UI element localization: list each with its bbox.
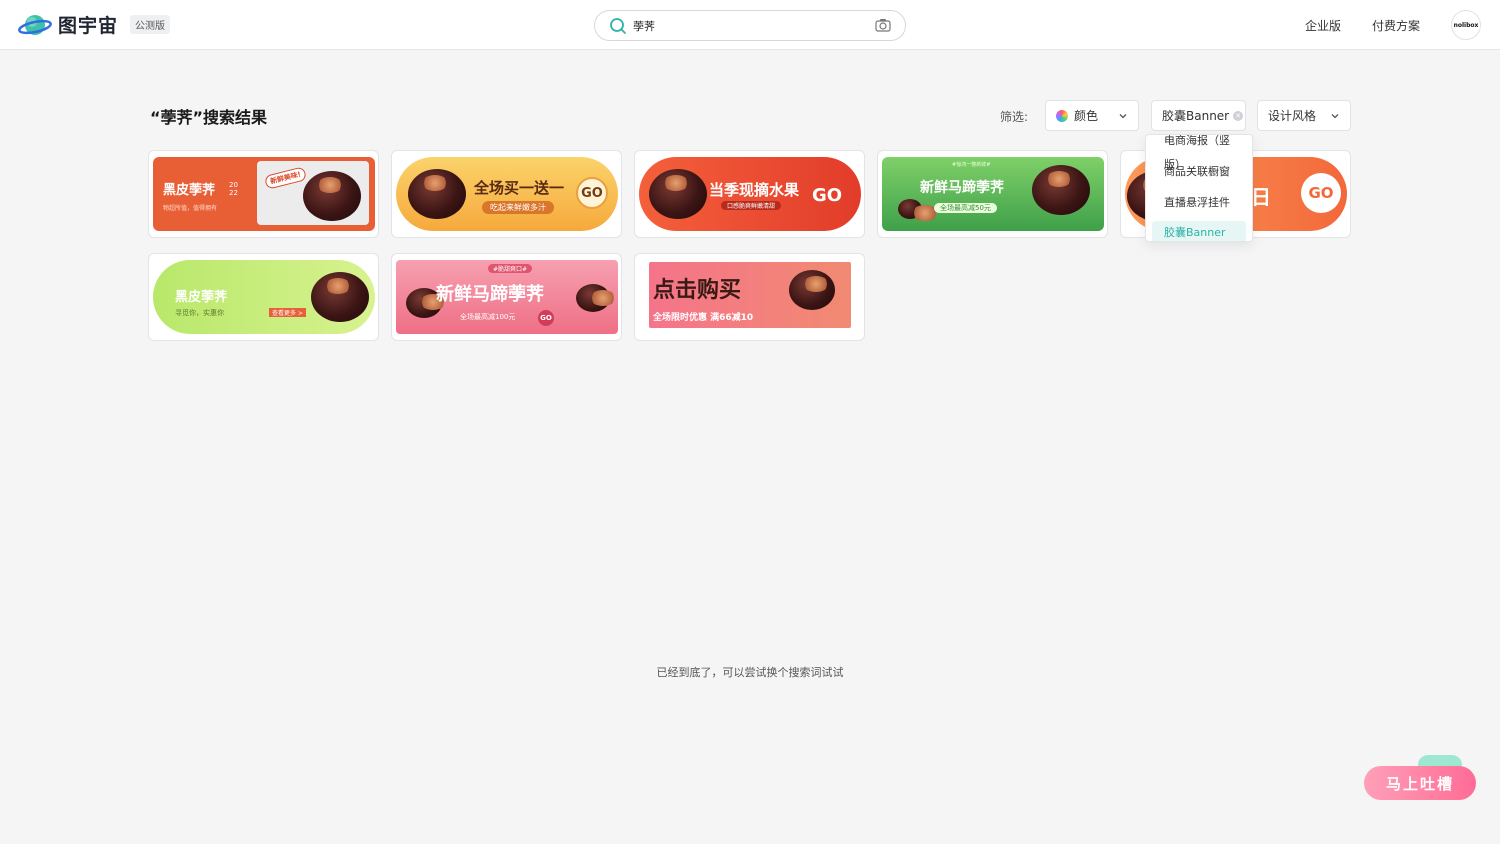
banner-subtitle: 全场最高减100元 <box>460 313 516 321</box>
banner-image: #惊鸿一瞥新鲜# 新鲜马蹄荸荠 全场最高减50元 <box>882 157 1104 231</box>
result-card[interactable]: #脆甜爽口# 新鲜马蹄荸荠 全场最高减100元 GO <box>391 253 622 341</box>
planet-logo-icon <box>18 12 52 38</box>
banner-subtitle: 寻觅你，实惠你 <box>175 309 224 317</box>
dropdown-item-live-widget[interactable]: 直播悬浮挂件 <box>1152 191 1246 215</box>
dropdown-item-showcase[interactable]: 商品关联橱窗 <box>1152 160 1246 184</box>
end-of-results-note: 已经到底了，可以尝试换个搜索词试试 <box>656 666 844 679</box>
type-filter-label: 胶囊Banner <box>1162 109 1230 123</box>
banner-image: 当季现摘水果 口感脆爽鲜嫩清甜 GO <box>639 157 861 231</box>
color-wheel-icon <box>1056 109 1068 122</box>
banner-tag: #惊鸿一瞥新鲜# <box>952 162 991 168</box>
pricing-link[interactable]: 付费方案 <box>1372 17 1420 34</box>
result-card[interactable]: 黑皮荸荠 物超所值，值得拥有 20 22 新鲜美味! <box>148 150 379 238</box>
go-badge: GO <box>538 310 554 326</box>
banner-cta: 查看更多 > <box>269 308 306 317</box>
banner-subtitle: 口感脆爽鲜嫩清甜 <box>721 201 782 210</box>
chevron-down-icon <box>1330 110 1340 124</box>
go-badge: GO <box>811 184 843 206</box>
banner-title: 新鲜马蹄荸荠 <box>920 180 1004 196</box>
banner-title: 日 <box>1251 185 1271 209</box>
banner-image: 点击购买 全场限时优惠 满66减10 <box>649 262 851 328</box>
avatar[interactable]: nolibox <box>1451 10 1481 40</box>
banner-subtitle: 全场限时优惠 满66减10 <box>653 313 754 323</box>
style-filter-label: 设计风格 <box>1268 109 1317 123</box>
chevron-down-icon <box>1118 110 1128 124</box>
dropdown-item-capsule-banner[interactable]: 胶囊Banner <box>1152 221 1246 241</box>
search-input[interactable] <box>633 17 863 35</box>
enterprise-link[interactable]: 企业版 <box>1305 17 1341 34</box>
banner-title: 点击购买 <box>653 278 742 303</box>
go-badge: GO <box>1301 173 1341 213</box>
type-filter[interactable]: 胶囊Banner ✕ <box>1151 100 1246 131</box>
banner-image: 黑皮荸荠 寻觅你，实惠你 查看更多 > <box>153 260 375 334</box>
beta-badge: 公测版 <box>130 15 171 34</box>
search-icon[interactable] <box>609 17 627 39</box>
result-card[interactable]: 点击购买 全场限时优惠 满66减10 <box>634 253 865 341</box>
go-badge: GO <box>576 177 608 209</box>
result-card[interactable]: #惊鸿一瞥新鲜# 新鲜马蹄荸荠 全场最高减50元 <box>877 150 1108 238</box>
banner-title: 黑皮荸荠 <box>175 290 228 305</box>
banner-title: 新鲜马蹄荸荠 <box>436 284 544 305</box>
banner-title: 黑皮荸荠 <box>163 183 216 198</box>
color-filter[interactable]: 颜色 <box>1045 100 1139 131</box>
filter-label: 筛选: <box>1000 110 1029 124</box>
top-bar: 图宇宙 公测版 企业版 付费方案 nolibox <box>0 0 1500 50</box>
banner-year: 20 22 <box>229 181 238 197</box>
banner-image: 黑皮荸荠 物超所值，值得拥有 20 22 新鲜美味! <box>153 157 375 231</box>
banner-tag: #脆甜爽口# <box>488 264 533 273</box>
results-title: “荸荠”搜索结果 <box>150 108 268 127</box>
dropdown-item-poster[interactable]: 电商海报（竖版） <box>1152 135 1246 171</box>
camera-icon[interactable] <box>875 18 891 37</box>
color-filter-label: 颜色 <box>1074 109 1099 123</box>
feedback-button[interactable]: 马上吐槽 <box>1364 766 1476 800</box>
result-card[interactable]: 黑皮荸荠 寻觅你，实惠你 查看更多 > <box>148 253 379 341</box>
search-bar[interactable] <box>594 10 906 41</box>
result-card[interactable]: 全场买一送一 吃起来鲜嫩多汁 GO <box>391 150 622 238</box>
banner-subtitle: 全场最高减50元 <box>934 203 997 213</box>
banner-title: 当季现摘水果 <box>709 181 800 199</box>
logo[interactable]: 图宇宙 公测版 <box>18 11 171 38</box>
banner-image: 全场买一送一 吃起来鲜嫩多汁 GO <box>396 157 618 231</box>
banner-subtitle: 物超所值，值得拥有 <box>163 205 218 212</box>
banner-image: #脆甜爽口# 新鲜马蹄荸荠 全场最高减100元 GO <box>396 260 618 334</box>
clear-icon[interactable]: ✕ <box>1233 110 1244 121</box>
logo-text: 图宇宙 <box>58 15 119 37</box>
result-card[interactable]: 当季现摘水果 口感脆爽鲜嫩清甜 GO <box>634 150 865 238</box>
banner-subtitle: 吃起来鲜嫩多汁 <box>482 201 554 214</box>
banner-title: 全场买一送一 <box>474 179 565 197</box>
style-filter[interactable]: 设计风格 <box>1257 100 1351 131</box>
type-dropdown: 电商海报（竖版） 商品关联橱窗 直播悬浮挂件 胶囊Banner <box>1145 134 1253 242</box>
